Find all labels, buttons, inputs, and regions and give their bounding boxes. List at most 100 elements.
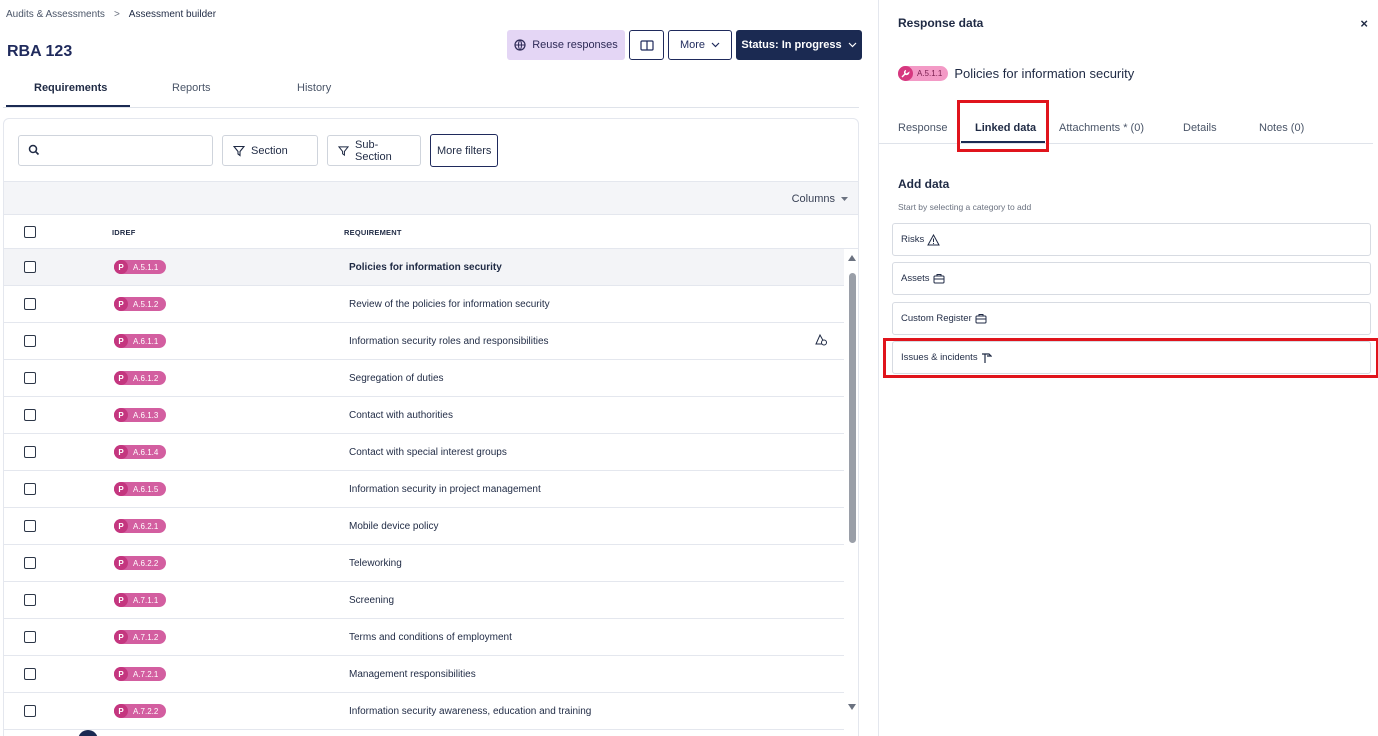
requirement-id-badge: A.5.1.1	[898, 66, 949, 81]
panel-title: Response data	[898, 16, 984, 30]
requirement-text[interactable]: Information security awareness, educatio…	[349, 706, 591, 717]
tab-attachments[interactable]: Attachments * (0)	[1059, 122, 1144, 134]
columns-dropdown[interactable]: Columns	[792, 193, 848, 205]
columns-bar: Columns	[4, 181, 858, 215]
requirement-text[interactable]: Policies for information security	[349, 262, 502, 273]
priority-marker: P	[114, 630, 128, 644]
priority-marker: P	[114, 445, 128, 459]
toolbar: Reuse responses More Status: In progress	[507, 30, 862, 60]
breadcrumb-separator: >	[113, 9, 120, 20]
tab-response[interactable]: Response	[898, 122, 948, 134]
book-view-button[interactable]	[629, 30, 664, 60]
idref-badge: P A.6.2.2	[114, 556, 167, 570]
table-row[interactable]: P A.6.1.5 Information security in project …	[4, 471, 844, 508]
row-checkbox[interactable]	[24, 668, 36, 680]
requirement-text[interactable]: Information security in project manageme…	[349, 484, 541, 495]
tab-requirements[interactable]: Requirements	[34, 82, 107, 94]
more-filters-button[interactable]: More filters	[430, 134, 499, 167]
scroll-down-icon[interactable]	[848, 704, 856, 710]
row-checkbox[interactable]	[24, 372, 36, 384]
row-checkbox[interactable]	[24, 298, 36, 310]
idref-badge: P A.6.1.4	[114, 445, 167, 459]
category-risks[interactable]: Risks	[892, 223, 1371, 256]
table-row[interactable]: P A.6.1.1 Information security roles and r…	[4, 323, 844, 360]
table-row[interactable]: P A.5.1.2 Review of the policies for infor…	[4, 286, 844, 323]
table-row[interactable]: P A.6.1.4 Contact with special interest gr…	[4, 434, 844, 471]
add-data-subtitle: Start by selecting a category to add	[898, 202, 1032, 212]
filter-icon	[338, 145, 350, 156]
table-row[interactable]: P A.7.2.1 Management responsibilities	[4, 656, 844, 693]
idref-value: A.6.1.2	[133, 373, 159, 383]
search-icon	[28, 144, 40, 156]
table-row[interactable]: P A.6.1.3 Contact with authorities	[4, 397, 844, 434]
requirement-text[interactable]: Review of the policies for information s…	[349, 299, 550, 310]
idref-badge: P A.6.1.1	[114, 334, 167, 348]
add-data-title: Add data	[898, 177, 950, 191]
caret-down-icon	[841, 196, 848, 201]
select-all-checkbox[interactable]	[24, 226, 36, 238]
requirement-text[interactable]: Segregation of duties	[349, 373, 444, 384]
breadcrumb-parent-link[interactable]: Audits & Assessments	[6, 9, 105, 20]
idref-value: A.6.1.1	[133, 336, 159, 346]
table-row[interactable]: P A.7.1.2 Terms and conditions of employme…	[4, 619, 844, 656]
category-assets[interactable]: Assets	[892, 262, 1371, 295]
category-custom-register[interactable]: Custom Register	[892, 302, 1371, 335]
status-button[interactable]: Status: In progress	[736, 30, 862, 60]
table-row[interactable]: P A.6.2.2 Teleworking	[4, 545, 844, 582]
header-requirement[interactable]: REQUIREMENT	[344, 228, 402, 237]
requirement-text[interactable]: Screening	[349, 595, 394, 606]
header-idref[interactable]: IDREF	[112, 228, 136, 237]
subsection-filter-label: Sub-Section	[355, 138, 392, 163]
requirement-text[interactable]: Terms and conditions of employment	[349, 632, 512, 643]
idref-value: A.6.1.3	[133, 410, 159, 420]
scrollbar-thumb[interactable]	[849, 273, 856, 543]
requirement-reference: A.5.1.1 Policies for information securit…	[898, 66, 1134, 81]
row-checkbox[interactable]	[24, 335, 36, 347]
tab-details[interactable]: Details	[1183, 122, 1217, 134]
row-checkbox[interactable]	[24, 594, 36, 606]
table-row[interactable]: P A.5.1.1 Policies for information securit…	[4, 249, 844, 286]
row-checkbox[interactable]	[24, 705, 36, 717]
tab-notes[interactable]: Notes (0)	[1259, 122, 1304, 134]
breadcrumb: Audits & Assessments > Assessment builde…	[6, 9, 216, 20]
more-button[interactable]: More	[668, 30, 732, 60]
tab-history[interactable]: History	[297, 82, 331, 94]
reuse-responses-button[interactable]: Reuse responses	[507, 30, 625, 60]
row-checkbox[interactable]	[24, 483, 36, 495]
row-checkbox[interactable]	[24, 261, 36, 273]
wrench-icon	[898, 66, 913, 81]
requirement-text[interactable]: Contact with special interest groups	[349, 447, 507, 458]
requirement-text[interactable]: Contact with authorities	[349, 410, 453, 421]
scroll-up-icon[interactable]	[848, 255, 856, 261]
table-row[interactable]: P A.7.2.2 Information security awareness, …	[4, 693, 844, 730]
row-checkbox[interactable]	[24, 557, 36, 569]
row-checkbox[interactable]	[24, 409, 36, 421]
requirement-text[interactable]: Management responsibilities	[349, 669, 476, 680]
search-input[interactable]	[18, 135, 213, 166]
requirement-text[interactable]: Information security roles and responsib…	[349, 336, 549, 347]
row-checkbox[interactable]	[24, 631, 36, 643]
breadcrumb-current: Assessment builder	[128, 9, 217, 20]
close-button[interactable]: ×	[1360, 16, 1368, 31]
priority-marker: P	[114, 482, 128, 496]
idref-value: A.6.2.1	[133, 521, 159, 531]
idref-value: A.7.1.2	[133, 632, 159, 642]
idref-value: A.5.1.1	[133, 262, 159, 272]
tab-reports[interactable]: Reports	[172, 82, 211, 94]
priority-marker: P	[114, 260, 128, 274]
row-checkbox[interactable]	[24, 446, 36, 458]
section-filter-button[interactable]: Section	[222, 135, 318, 166]
priority-marker: P	[114, 371, 128, 385]
idref-badge: P A.7.1.2	[114, 630, 167, 644]
table-row[interactable]: P A.6.1.2 Segregation of duties	[4, 360, 844, 397]
idref-value: A.5.1.2	[133, 299, 159, 309]
idref-value: A.6.1.4	[133, 447, 159, 457]
issues-incidents-highlight-box	[883, 338, 1378, 378]
row-checkbox[interactable]	[24, 520, 36, 532]
requirement-text[interactable]: Teleworking	[349, 558, 402, 569]
requirement-text[interactable]: Mobile device policy	[349, 521, 439, 532]
table-row[interactable]: P A.7.1.1 Screening	[4, 582, 844, 619]
table-scrollbar[interactable]	[846, 249, 858, 719]
table-row[interactable]: P A.6.2.1 Mobile device policy	[4, 508, 844, 545]
subsection-filter-button[interactable]: Sub-Section	[327, 135, 421, 166]
